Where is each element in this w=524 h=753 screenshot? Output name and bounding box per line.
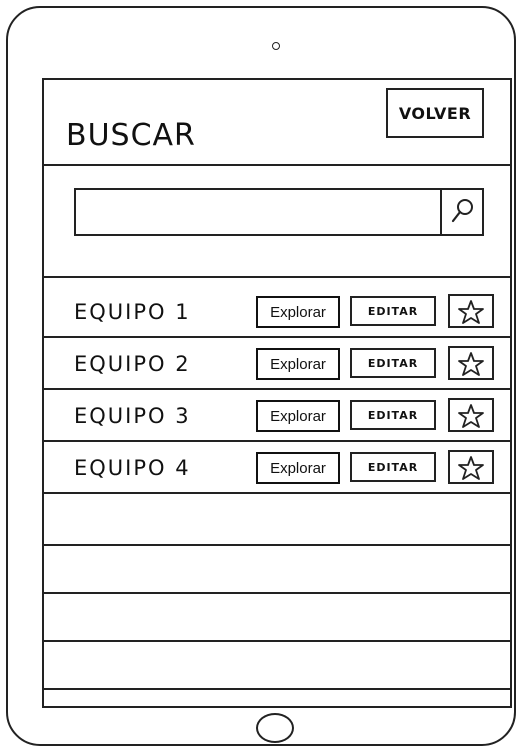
tablet-frame: BUSCAR VOLVER EQUIPO 1 Explorar EDITAR E…: [6, 6, 516, 746]
explore-button[interactable]: Explorar: [256, 400, 340, 432]
team-list: EQUIPO 1 Explorar EDITAR EQUIPO 2 Explor…: [44, 290, 510, 690]
team-name: EQUIPO 3: [74, 404, 191, 428]
header: BUSCAR VOLVER: [44, 80, 510, 166]
favorite-button[interactable]: [448, 398, 494, 432]
empty-list-item: [44, 642, 510, 690]
search-button[interactable]: [440, 190, 482, 234]
list-item: EQUIPO 2 Explorar EDITAR: [44, 342, 510, 390]
empty-list-item: [44, 498, 510, 546]
screen: BUSCAR VOLVER EQUIPO 1 Explorar EDITAR E…: [42, 78, 512, 708]
star-icon: [458, 300, 484, 324]
empty-list-item: [44, 546, 510, 594]
explore-button[interactable]: Explorar: [256, 296, 340, 328]
search-icon: [451, 199, 473, 223]
list-item: EQUIPO 4 Explorar EDITAR: [44, 446, 510, 494]
back-button[interactable]: VOLVER: [386, 88, 484, 138]
edit-button[interactable]: EDITAR: [350, 452, 436, 482]
list-item: EQUIPO 1 Explorar EDITAR: [44, 290, 510, 338]
favorite-button[interactable]: [448, 294, 494, 328]
star-icon: [458, 404, 484, 428]
search-input[interactable]: [76, 190, 440, 234]
camera-icon: [272, 42, 280, 50]
team-name: EQUIPO 4: [74, 456, 191, 480]
search-bar: [74, 188, 484, 236]
home-button-icon[interactable]: [256, 713, 294, 743]
favorite-button[interactable]: [448, 346, 494, 380]
list-item: EQUIPO 3 Explorar EDITAR: [44, 394, 510, 442]
edit-button[interactable]: EDITAR: [350, 296, 436, 326]
star-icon: [458, 352, 484, 376]
team-name: EQUIPO 2: [74, 352, 191, 376]
team-name: EQUIPO 1: [74, 300, 191, 324]
page-title: BUSCAR: [66, 118, 196, 153]
edit-button[interactable]: EDITAR: [350, 400, 436, 430]
explore-button[interactable]: Explorar: [256, 452, 340, 484]
edit-button[interactable]: EDITAR: [350, 348, 436, 378]
explore-button[interactable]: Explorar: [256, 348, 340, 380]
star-icon: [458, 456, 484, 480]
list-divider: [44, 276, 510, 278]
empty-list-item: [44, 594, 510, 642]
favorite-button[interactable]: [448, 450, 494, 484]
